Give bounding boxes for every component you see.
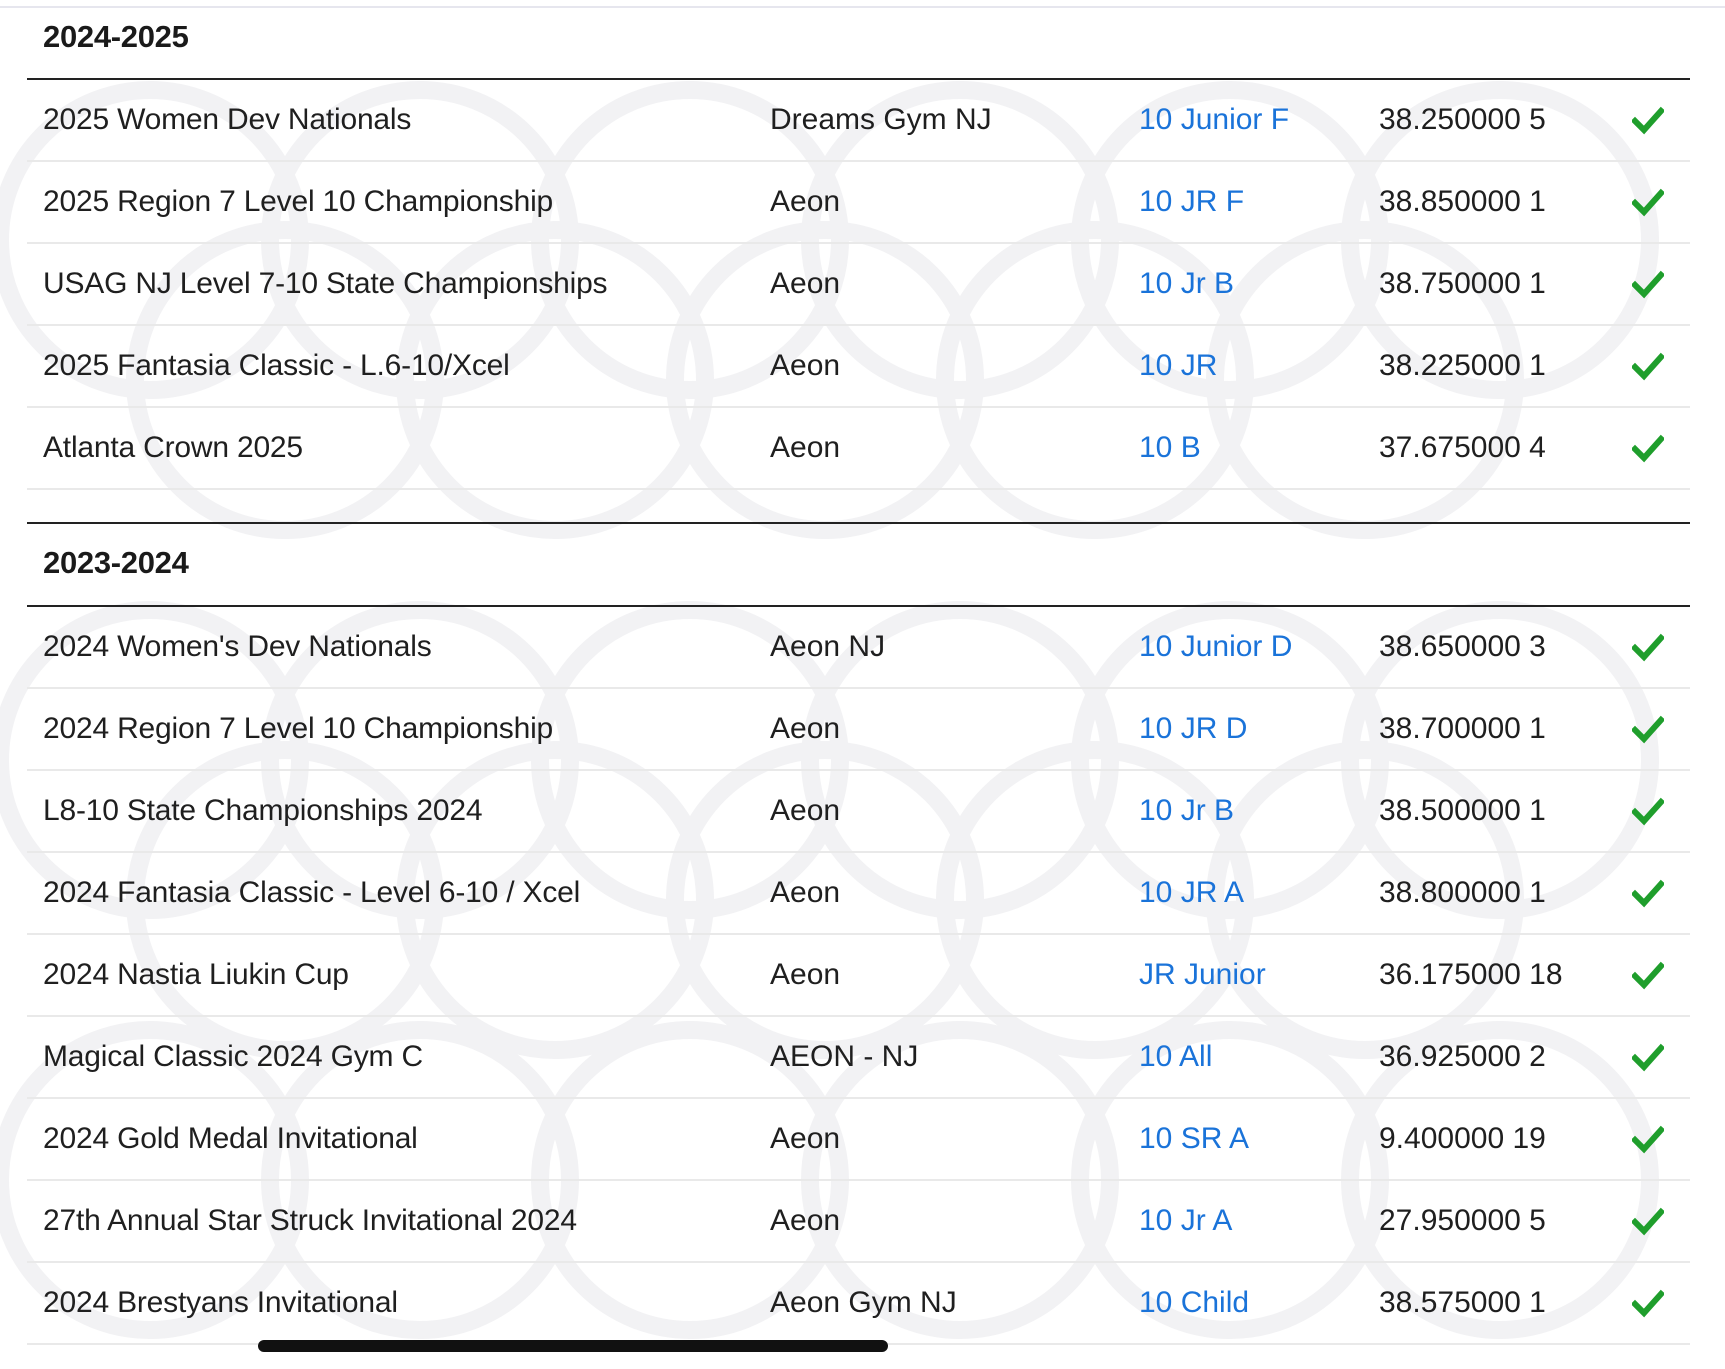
score-place: 37.675000 4: [1379, 431, 1546, 464]
meet-row: 27th Annual Star Struck Invitational 202…: [27, 1181, 1690, 1263]
gym-name: Aeon: [770, 349, 841, 382]
level-link[interactable]: 10 JR D: [1139, 712, 1247, 746]
checkmark-icon: [1632, 1289, 1664, 1318]
meet-row: 2025 Region 7 Level 10 Championship Aeon…: [27, 162, 1690, 244]
meet-name: 2024 Region 7 Level 10 Championship: [43, 712, 554, 745]
meet-name: 27th Annual Star Struck Invitational 202…: [43, 1204, 577, 1237]
level-link[interactable]: 10 Child: [1139, 1286, 1249, 1320]
score-place: 38.250000 5: [1379, 103, 1546, 136]
score-place: 9.400000 19: [1379, 1122, 1546, 1155]
level-link[interactable]: 10 Jr A: [1139, 1204, 1232, 1238]
gym-name: Aeon: [770, 431, 841, 464]
gym-name: Aeon: [770, 1204, 841, 1237]
season-header: 2023-2024: [27, 524, 1690, 607]
level-link[interactable]: 10 JR A: [1139, 876, 1244, 910]
score-place: 36.925000 2: [1379, 1040, 1546, 1073]
level-link[interactable]: JR Junior: [1139, 958, 1266, 992]
season-header: 2024-2025: [27, 0, 1690, 80]
home-indicator-bar[interactable]: [258, 1340, 888, 1352]
level-link[interactable]: 10 Junior D: [1139, 630, 1292, 664]
meet-name: Atlanta Crown 2025: [43, 431, 303, 464]
score-place: 27.950000 5: [1379, 1204, 1546, 1237]
gym-name: Aeon: [770, 794, 841, 827]
gym-name: Aeon: [770, 1122, 841, 1155]
score-place: 38.225000 1: [1379, 349, 1546, 382]
meet-row: 2024 Fantasia Classic - Level 6-10 / Xce…: [27, 853, 1690, 935]
checkmark-icon: [1632, 879, 1664, 908]
meet-name: USAG NJ Level 7-10 State Championships: [43, 267, 608, 300]
meet-row: 2025 Women Dev Nationals Dreams Gym NJ 1…: [27, 80, 1690, 162]
gym-name: Dreams Gym NJ: [770, 103, 992, 136]
level-link[interactable]: 10 JR F: [1139, 185, 1244, 219]
meet-name: 2025 Region 7 Level 10 Championship: [43, 185, 554, 218]
checkmark-icon: [1632, 1043, 1664, 1072]
checkmark-icon: [1632, 106, 1664, 135]
meet-history-list: 2024-2025 2025 Women Dev Nationals Dream…: [27, 0, 1690, 1345]
meet-row: 2024 Brestyans Invitational Aeon Gym NJ …: [27, 1263, 1690, 1345]
meet-name: Magical Classic 2024 Gym C: [43, 1040, 423, 1073]
meet-name: 2025 Fantasia Classic - L.6-10/Xcel: [43, 349, 510, 382]
score-place: 36.175000 18: [1379, 958, 1563, 991]
score-place: 38.800000 1: [1379, 876, 1546, 909]
checkmark-icon: [1632, 1125, 1664, 1154]
meet-row: 2024 Nastia Liukin Cup Aeon JR Junior 36…: [27, 935, 1690, 1017]
gym-name: Aeon NJ: [770, 630, 886, 663]
season-label: 2024-2025: [43, 19, 189, 54]
gym-name: Aeon: [770, 876, 841, 909]
score-place: 38.750000 1: [1379, 267, 1546, 300]
level-link[interactable]: 10 Junior F: [1139, 103, 1289, 137]
checkmark-icon: [1632, 797, 1664, 826]
meet-row: USAG NJ Level 7-10 State Championships A…: [27, 244, 1690, 326]
gym-name: Aeon: [770, 267, 841, 300]
meet-name: 2024 Women's Dev Nationals: [43, 630, 432, 663]
level-link[interactable]: 10 SR A: [1139, 1122, 1249, 1156]
checkmark-icon: [1632, 352, 1664, 381]
checkmark-icon: [1632, 270, 1664, 299]
checkmark-icon: [1632, 1207, 1664, 1236]
checkmark-icon: [1632, 715, 1664, 744]
gym-name: Aeon: [770, 185, 841, 218]
season-divider: [27, 490, 1690, 524]
meet-name: 2024 Fantasia Classic - Level 6-10 / Xce…: [43, 876, 581, 909]
score-place: 38.575000 1: [1379, 1286, 1546, 1319]
checkmark-icon: [1632, 633, 1664, 662]
meet-row: Magical Classic 2024 Gym C AEON - NJ 10 …: [27, 1017, 1690, 1099]
meet-row: 2024 Region 7 Level 10 Championship Aeon…: [27, 689, 1690, 771]
checkmark-icon: [1632, 961, 1664, 990]
score-place: 38.500000 1: [1379, 794, 1546, 827]
level-link[interactable]: 10 JR: [1139, 349, 1217, 383]
meet-name: 2024 Brestyans Invitational: [43, 1286, 398, 1319]
meet-name: 2024 Gold Medal Invitational: [43, 1122, 418, 1155]
meet-row: 2025 Fantasia Classic - L.6-10/Xcel Aeon…: [27, 326, 1690, 408]
meet-row: Atlanta Crown 2025 Aeon 10 B 37.675000 4: [27, 408, 1690, 490]
level-link[interactable]: 10 Jr B: [1139, 267, 1234, 301]
gym-name: Aeon: [770, 958, 841, 991]
meet-name: 2024 Nastia Liukin Cup: [43, 958, 349, 991]
meet-name: 2025 Women Dev Nationals: [43, 103, 412, 136]
level-link[interactable]: 10 Jr B: [1139, 794, 1234, 828]
score-place: 38.650000 3: [1379, 630, 1546, 663]
score-place: 38.850000 1: [1379, 185, 1546, 218]
meet-name: L8-10 State Championships 2024: [43, 794, 483, 827]
meet-row: 2024 Gold Medal Invitational Aeon 10 SR …: [27, 1099, 1690, 1181]
season-label: 2023-2024: [43, 544, 189, 580]
score-place: 38.700000 1: [1379, 712, 1546, 745]
level-link[interactable]: 10 All: [1139, 1040, 1212, 1074]
level-link[interactable]: 10 B: [1139, 431, 1201, 465]
checkmark-icon: [1632, 434, 1664, 463]
gym-name: Aeon Gym NJ: [770, 1286, 957, 1319]
gym-name: Aeon: [770, 712, 841, 745]
checkmark-icon: [1632, 188, 1664, 217]
meet-row: L8-10 State Championships 2024 Aeon 10 J…: [27, 771, 1690, 853]
gym-name: AEON - NJ: [770, 1040, 919, 1073]
meet-row: 2024 Women's Dev Nationals Aeon NJ 10 Ju…: [27, 607, 1690, 689]
season-section: 2023-2024 2024 Women's Dev Nationals Aeo…: [27, 524, 1690, 1345]
season-section: 2024-2025 2025 Women Dev Nationals Dream…: [27, 0, 1690, 524]
